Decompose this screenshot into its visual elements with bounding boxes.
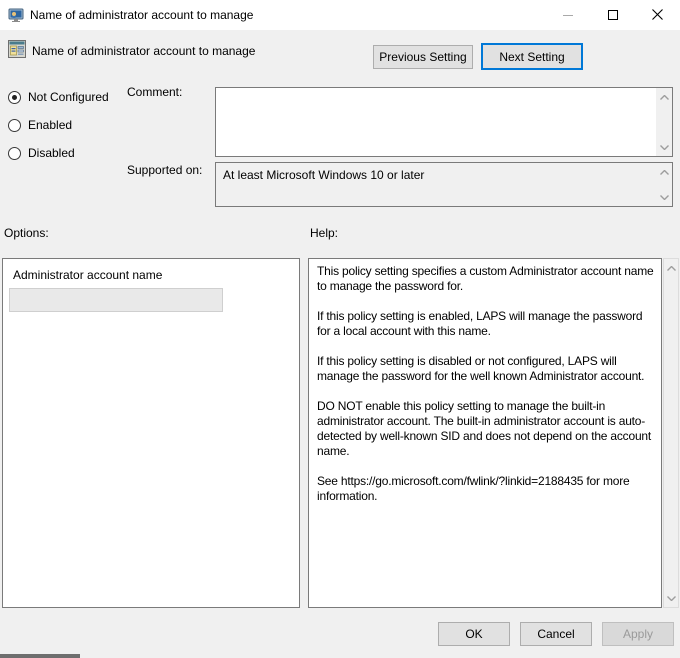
- radio-label: Enabled: [28, 118, 72, 132]
- scroll-up-icon[interactable]: [656, 90, 672, 104]
- options-label: Options:: [4, 226, 49, 240]
- admin-account-name-input[interactable]: [9, 288, 223, 312]
- close-icon: [652, 8, 663, 23]
- app-icon: [8, 7, 24, 23]
- supported-on-value: At least Microsoft Windows 10 or later: [216, 163, 656, 206]
- radio-icon: [8, 119, 21, 132]
- previous-setting-button[interactable]: Previous Setting: [373, 45, 473, 69]
- radio-icon: [8, 91, 21, 104]
- minimize-button[interactable]: [545, 0, 590, 30]
- help-label: Help:: [310, 226, 338, 240]
- close-button[interactable]: [635, 0, 680, 30]
- scroll-down-icon[interactable]: [656, 140, 672, 154]
- comment-box: [215, 87, 673, 157]
- cancel-button[interactable]: Cancel: [520, 622, 592, 646]
- policy-name: Name of administrator account to manage: [32, 42, 255, 60]
- supported-on-box: At least Microsoft Windows 10 or later: [215, 162, 673, 207]
- ok-button[interactable]: OK: [438, 622, 510, 646]
- comment-scrollbar[interactable]: [656, 88, 672, 156]
- maximize-icon: [608, 10, 618, 20]
- apply-button[interactable]: Apply: [602, 622, 674, 646]
- window-title: Name of administrator account to manage: [30, 0, 253, 30]
- maximize-button[interactable]: [590, 0, 635, 30]
- scroll-up-icon[interactable]: [656, 165, 672, 179]
- options-panel: Administrator account name: [2, 258, 300, 608]
- policy-setting-icon: [8, 40, 26, 58]
- scroll-up-icon[interactable]: [663, 261, 679, 275]
- help-scrollbar[interactable]: [663, 258, 679, 608]
- comment-label: Comment:: [127, 85, 182, 99]
- radio-label: Not Configured: [28, 90, 109, 104]
- policy-setting-dialog: Name of administrator account to manage: [0, 0, 680, 658]
- radio-disabled[interactable]: Disabled: [8, 146, 75, 160]
- comment-textarea[interactable]: [216, 88, 656, 156]
- radio-icon: [8, 147, 21, 160]
- help-panel: This policy setting specifies a custom A…: [308, 258, 662, 608]
- minimize-icon: [563, 15, 573, 16]
- radio-enabled[interactable]: Enabled: [8, 118, 72, 132]
- supported-on-label: Supported on:: [127, 163, 202, 177]
- radio-label: Disabled: [28, 146, 75, 160]
- scroll-down-icon[interactable]: [656, 190, 672, 204]
- scroll-down-icon[interactable]: [663, 591, 679, 605]
- background-window-edge: [0, 654, 80, 658]
- next-setting-button[interactable]: Next Setting: [481, 43, 583, 70]
- titlebar: Name of administrator account to manage: [0, 0, 680, 30]
- radio-not-configured[interactable]: Not Configured: [8, 90, 109, 104]
- supported-scrollbar[interactable]: [656, 163, 672, 206]
- help-text: This policy setting specifies a custom A…: [309, 259, 661, 509]
- admin-account-name-label: Administrator account name: [13, 268, 162, 282]
